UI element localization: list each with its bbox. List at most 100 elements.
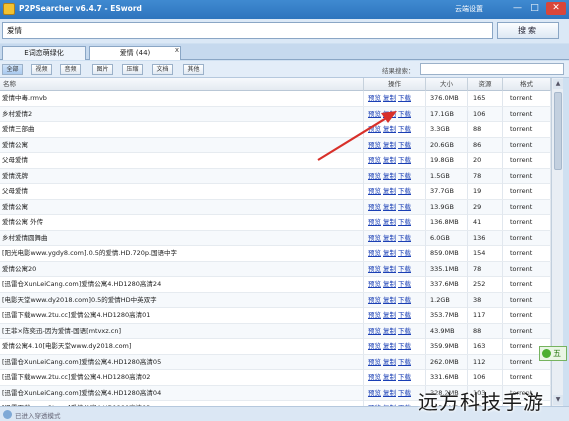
column-header-name[interactable]: 名称 [0, 78, 364, 91]
preview-link[interactable]: 预览 [368, 389, 381, 397]
column-header-sources[interactable]: 资源 [468, 78, 503, 91]
preview-link[interactable]: 预览 [368, 327, 381, 335]
download-link[interactable]: 下载 [398, 141, 411, 149]
preview-link[interactable]: 预览 [368, 203, 381, 211]
preview-link[interactable]: 预览 [368, 265, 381, 273]
table-row[interactable]: 父母爱情 预览 复制 下载 37.7GB 19 torrent [0, 184, 551, 200]
copy-link[interactable]: 复制 [383, 249, 396, 257]
scroll-up-icon[interactable]: ▲ [553, 79, 563, 89]
download-link[interactable]: 下载 [398, 296, 411, 304]
preview-link[interactable]: 预览 [368, 296, 381, 304]
table-row[interactable]: 爱情公寓20 预览 复制 下载 335.1MB 78 torrent [0, 261, 551, 277]
download-link[interactable]: 下载 [398, 94, 411, 102]
table-row[interactable]: 爱情公寓 预览 复制 下载 20.6GB 86 torrent [0, 137, 551, 153]
filter-image-button[interactable]: 图片 [92, 64, 113, 75]
preview-link[interactable]: 预览 [368, 234, 381, 242]
copy-link[interactable]: 复制 [383, 311, 396, 319]
copy-link[interactable]: 复制 [383, 203, 396, 211]
column-header-ops[interactable]: 操作 [364, 78, 426, 91]
table-row[interactable]: [电影天堂www.dy2018.com]0.5的爱情HD中英双字 预览 复制 下载 1.… [0, 292, 551, 308]
copy-link[interactable]: 复制 [383, 234, 396, 242]
copy-link[interactable]: 复制 [383, 125, 396, 133]
table-row[interactable]: [迅雷下载www.2tu.cc]爱情公寓4.HD1280高清02 预览 复制 下载 33… [0, 370, 551, 386]
download-link[interactable]: 下载 [398, 218, 411, 226]
copy-link[interactable]: 复制 [383, 156, 396, 164]
preview-link[interactable]: 预览 [368, 110, 381, 118]
table-row[interactable]: [阳光电影www.ygdy8.com].0.5的爱情.HD.720p.国语中字预… [0, 246, 551, 262]
column-header-format[interactable]: 格式 [503, 78, 551, 91]
preview-link[interactable]: 预览 [368, 358, 381, 366]
download-link[interactable]: 下载 [398, 389, 411, 397]
column-header-size[interactable]: 大小 [426, 78, 468, 91]
table-row[interactable]: [迅雷仓XunLeiCang.com]爱情公寓4.HD1280高清05 预览 复制下… [0, 354, 551, 370]
download-link[interactable]: 下载 [398, 172, 411, 180]
table-row[interactable]: 爱情公寓4.10[电影天堂www.dy2018.com] 预览 复制 下载 359.9M… [0, 339, 551, 355]
search-button[interactable]: 搜索 [497, 22, 559, 39]
preview-link[interactable]: 预览 [368, 125, 381, 133]
preview-link[interactable]: 预览 [368, 187, 381, 195]
preview-link[interactable]: 预览 [368, 280, 381, 288]
table-row[interactable]: 爱情公寓 外传 预览 复制 下载 136.8MB 41 torrent [0, 215, 551, 231]
download-link[interactable]: 下载 [398, 280, 411, 288]
table-row[interactable]: 爱情三部曲 预览 复制 下载 3.3GB 88 torrent [0, 122, 551, 138]
preview-link[interactable]: 预览 [368, 156, 381, 164]
download-link[interactable]: 下载 [398, 342, 411, 350]
download-link[interactable]: 下载 [398, 187, 411, 195]
download-link[interactable]: 下载 [398, 358, 411, 366]
filter-archive-button[interactable]: 压缩 [122, 64, 143, 75]
filter-all-button[interactable]: 全部 [2, 64, 23, 75]
download-link[interactable]: 下载 [398, 249, 411, 257]
table-row[interactable]: 父母爱情 预览 复制 下载 19.8GB 20 torrent [0, 153, 551, 169]
preview-link[interactable]: 预览 [368, 141, 381, 149]
filter-other-button[interactable]: 其他 [183, 64, 204, 75]
scroll-thumb[interactable] [554, 92, 562, 170]
table-row[interactable]: 爱情洗牌 预览 复制 下载 1.5GB 78 torrent [0, 168, 551, 184]
table-row[interactable]: [迅雷仓XunLeiCang.com]爱情公寓4.HD1280高清24 预览 复制下… [0, 277, 551, 293]
preview-link[interactable]: 预览 [368, 94, 381, 102]
preview-link[interactable]: 预览 [368, 218, 381, 226]
filter-video-button[interactable]: 视频 [31, 64, 52, 75]
maximize-icon[interactable]: □ [528, 2, 541, 15]
table-row[interactable]: 爱情公寓 预览 复制 下载 13.9GB 29 torrent [0, 199, 551, 215]
copy-link[interactable]: 复制 [383, 280, 396, 288]
tab-e-words[interactable]: E词恋萌绿化 [2, 46, 86, 60]
copy-link[interactable]: 复制 [383, 342, 396, 350]
preview-link[interactable]: 预览 [368, 172, 381, 180]
download-link[interactable]: 下载 [398, 125, 411, 133]
download-link[interactable]: 下载 [398, 327, 411, 335]
minimize-icon[interactable]: — [511, 2, 524, 15]
copy-link[interactable]: 复制 [383, 389, 396, 397]
copy-link[interactable]: 复制 [383, 296, 396, 304]
table-row[interactable]: [迅雷下载www.2tu.cc]爱情公寓4.HD1280高清01 预览 复制 下载 35… [0, 308, 551, 324]
table-row[interactable]: 乡村爱情2 预览 复制 下载 17.1GB 106 torrent [0, 106, 551, 122]
download-link[interactable]: 下载 [398, 110, 411, 118]
download-link[interactable]: 下载 [398, 311, 411, 319]
preview-link[interactable]: 预览 [368, 311, 381, 319]
filter-audio-button[interactable]: 音频 [60, 64, 81, 75]
preview-link[interactable]: 预览 [368, 373, 381, 381]
copy-link[interactable]: 复制 [383, 265, 396, 273]
preview-link[interactable]: 预览 [368, 249, 381, 257]
preview-link[interactable]: 预览 [368, 342, 381, 350]
side-badge[interactable]: 五 [539, 346, 567, 361]
result-search-input[interactable] [420, 63, 564, 75]
copy-link[interactable]: 复制 [383, 373, 396, 381]
copy-link[interactable]: 复制 [383, 172, 396, 180]
filter-document-button[interactable]: 文档 [152, 64, 173, 75]
table-row[interactable]: 爱情中毒.rmvb 预览 复制 下载 376.0MB 165 torrent [0, 91, 551, 107]
table-row[interactable]: [王菲×陈奕迅-因为爱情-国语[mtvxz.cn] 预览 复制 下载 43.9MB 88 t… [0, 323, 551, 339]
download-link[interactable]: 下载 [398, 156, 411, 164]
copy-link[interactable]: 复制 [383, 94, 396, 102]
table-row[interactable]: 乡村爱情圆舞曲 预览 复制 下载 6.0GB 136 torrent [0, 230, 551, 246]
scroll-down-icon[interactable]: ▼ [553, 395, 563, 405]
search-input[interactable] [2, 22, 493, 39]
tab-aiqing[interactable]: 爱情 (44) [89, 46, 181, 60]
copy-link[interactable]: 复制 [383, 110, 396, 118]
copy-link[interactable]: 复制 [383, 327, 396, 335]
copy-link[interactable]: 复制 [383, 358, 396, 366]
download-link[interactable]: 下载 [398, 203, 411, 211]
copy-link[interactable]: 复制 [383, 187, 396, 195]
close-icon[interactable]: ✕ [546, 2, 566, 15]
tab-close-icon[interactable]: x [173, 46, 181, 54]
download-link[interactable]: 下载 [398, 234, 411, 242]
